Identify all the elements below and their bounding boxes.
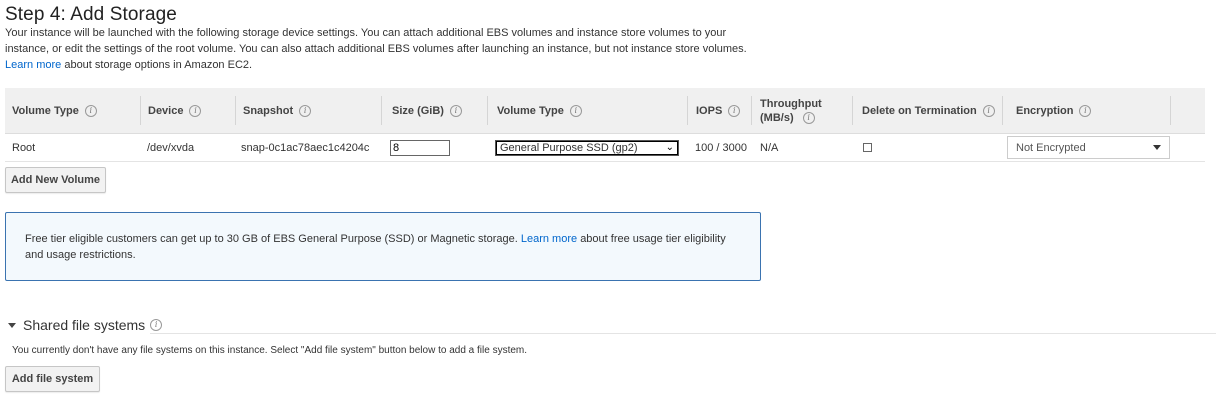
col-throughput: Throughput (MB/s) i [752,88,853,133]
info-icon[interactable]: i [299,104,312,117]
section-divider [150,333,1216,334]
volume-type-select[interactable]: General Purpose SSD (gp2) ⌄ [495,139,679,156]
intro-text: Your instance will be launched with the … [5,25,765,73]
cell-size [390,134,450,161]
learn-more-storage-link[interactable]: Learn more [5,59,61,71]
add-new-volume-button[interactable]: Add New Volume [5,167,106,193]
col-ebs-volume-type-label: Volume Type [497,104,564,117]
col-iops-label: IOPS [696,104,723,117]
free-tier-notice-text: Free tier eligible customers can get up … [25,231,745,263]
shared-file-systems-title: Shared file systems [23,317,146,333]
info-icon[interactable]: i [802,111,815,124]
col-delete-on-termination: Delete on Termination i [853,88,1003,133]
intro-text-tail: about storage options in Amazon EC2. [64,59,253,71]
delete-on-termination-checkbox[interactable] [863,143,872,152]
shared-file-systems-toggle[interactable]: Shared file systems i [8,317,163,333]
col-throughput-label-line1: Throughput [760,97,822,110]
col-iops: IOPS i [688,88,752,133]
size-input[interactable] [390,139,450,156]
col-delete-label: Delete on Termination [862,104,977,117]
col-encryption-label: Encryption [1016,104,1074,117]
col-snapshot-label: Snapshot [243,104,294,117]
info-icon[interactable]: i [728,104,741,117]
col-device: Device i [141,88,236,133]
col-device-label: Device [148,104,184,117]
cell-ebs-volume-type: General Purpose SSD (gp2) ⌄ [495,134,679,161]
encryption-select-value: Not Encrypted [1016,141,1086,154]
caret-down-icon [1153,145,1161,150]
info-icon[interactable]: i [1079,104,1092,117]
shared-file-systems-description: You currently don't have any file system… [12,345,528,356]
table-row: Root /dev/xvda snap-0c1ac78aec1c4204c Ge… [5,134,1205,162]
info-icon[interactable]: i [150,319,163,331]
col-ebs-volume-type: Volume Type i [488,88,688,133]
page-title: Step 4: Add Storage [5,4,177,25]
intro-text-body: Your instance will be launched with the … [5,27,747,55]
col-volume-type-label: Volume Type [12,104,79,117]
notice-body: Free tier eligible customers can get up … [25,233,518,245]
cell-device: /dev/xvda [147,141,195,154]
info-icon[interactable]: i [449,104,462,117]
free-tier-notice: Free tier eligible customers can get up … [5,212,761,281]
cell-delete-on-termination [863,134,872,161]
info-icon[interactable]: i [569,104,582,117]
col-encryption: Encryption i [1003,88,1171,133]
cell-encryption: Not Encrypted [1007,134,1170,161]
col-volume-type: Volume Type i [5,88,141,133]
chevron-down-icon: ⌄ [665,142,674,153]
col-throughput-label: Throughput (MB/s) i [760,97,822,125]
col-snapshot: Snapshot i [236,88,382,133]
cell-snapshot: snap-0c1ac78aec1c4204c [241,141,370,154]
add-file-system-button[interactable]: Add file system [5,366,100,392]
col-throughput-label-line2: (MB/s) [760,111,794,124]
learn-more-free-tier-link[interactable]: Learn more [521,233,577,245]
cell-volume-type: Root [12,141,36,154]
cell-throughput: N/A [760,141,779,154]
caret-down-icon [8,322,16,328]
cell-iops: 100 / 3000 [695,141,747,154]
encryption-select[interactable]: Not Encrypted [1007,136,1170,159]
info-icon[interactable]: i [84,104,97,117]
info-icon[interactable]: i [982,104,995,117]
col-size-label: Size (GiB) [392,104,444,117]
col-size: Size (GiB) i [382,88,488,133]
storage-table-header: Volume Type i Device i Snapshot i Size (… [5,88,1205,134]
info-icon[interactable]: i [189,104,202,117]
volume-type-select-value: General Purpose SSD (gp2) [500,141,638,154]
